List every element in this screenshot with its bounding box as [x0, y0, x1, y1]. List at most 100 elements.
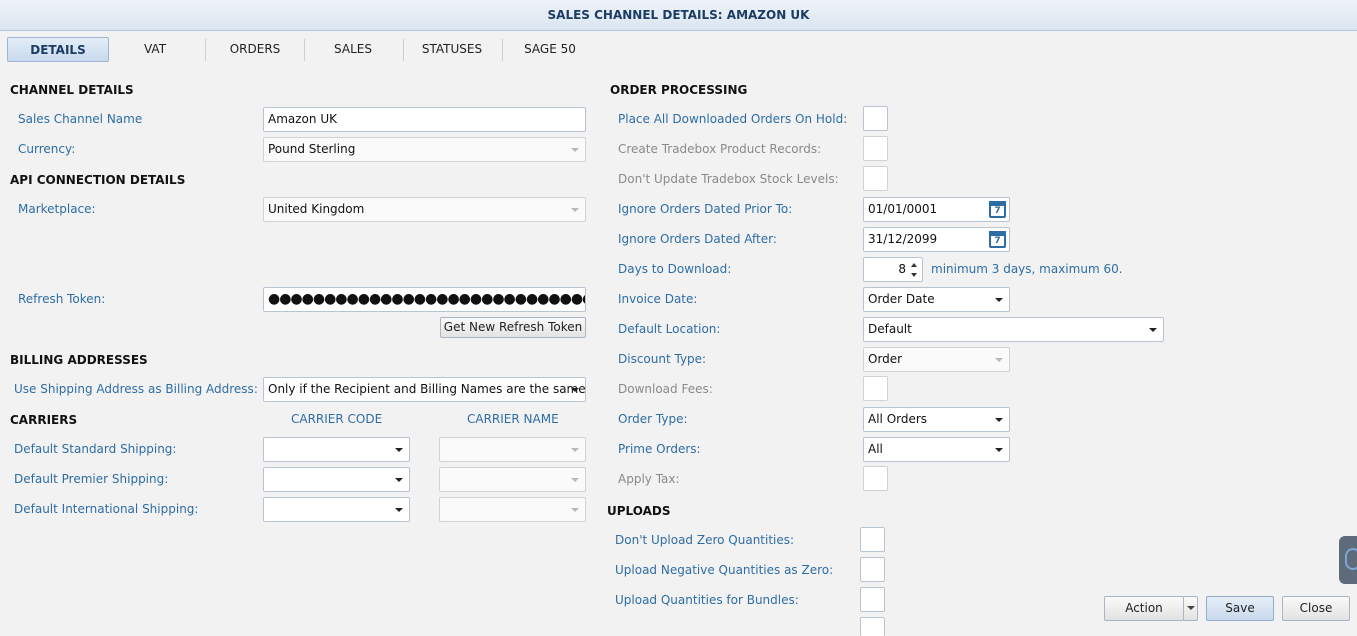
ignore-after-label: Ignore Orders Dated After: [618, 232, 777, 246]
spin-down-icon[interactable] [911, 273, 917, 277]
tab-divider [304, 39, 305, 61]
chevron-down-icon [995, 358, 1003, 362]
order-processing-heading: ORDER PROCESSING [610, 83, 748, 97]
carrier-code-column-header: CARRIER CODE [291, 412, 383, 426]
save-button[interactable]: Save [1206, 596, 1274, 621]
chevron-down-icon [1149, 328, 1157, 332]
sales-channel-name-input[interactable]: Amazon UK [263, 107, 586, 132]
chevron-down-icon [571, 208, 579, 212]
tab-divider [502, 39, 503, 61]
carrier-name-column-header: CARRIER NAME [467, 412, 559, 426]
international-carrier-name-select[interactable] [439, 497, 586, 522]
tab-divider [205, 39, 206, 61]
get-new-refresh-token-button[interactable]: Get New Refresh Token [440, 317, 586, 338]
standard-carrier-code-select[interactable] [263, 437, 410, 462]
carriers-heading: CARRIERS [10, 413, 78, 427]
billing-address-value: Only if the Recipient and Billing Names … [268, 382, 586, 396]
currency-label: Currency: [18, 142, 76, 156]
tab-orders[interactable]: ORDERS [210, 37, 300, 62]
order-type-label: Order Type: [618, 412, 688, 426]
days-to-download-value: 8 [898, 262, 906, 276]
order-type-value: All Orders [868, 412, 928, 426]
tab-statuses[interactable]: STATUSES [406, 37, 498, 62]
chevron-down-icon [571, 388, 579, 392]
chevron-down-icon [395, 508, 403, 512]
standard-carrier-name-select[interactable] [439, 437, 586, 462]
days-to-download-stepper[interactable]: 8 [863, 257, 923, 282]
upload-bundles-label: Upload Quantities for Bundles: [615, 593, 799, 607]
currency-value: Pound Sterling [268, 142, 356, 156]
chevron-down-icon [571, 478, 579, 482]
default-location-select[interactable]: Default [863, 317, 1164, 342]
billing-address-select[interactable]: Only if the Recipient and Billing Names … [263, 377, 586, 402]
order-type-select[interactable]: All Orders [863, 407, 1010, 432]
apply-tax-label: Apply Tax: [618, 472, 680, 486]
ignore-prior-date-value: 01/01/0001 [868, 202, 938, 216]
action-dropdown-button[interactable] [1183, 596, 1198, 621]
tab-bar: DETAILS VAT ORDERS SALES STATUSES SAGE 5… [0, 31, 1357, 67]
refresh-token-label: Refresh Token: [18, 292, 106, 306]
create-product-records-checkbox[interactable] [863, 136, 888, 161]
refresh-token-input[interactable]: ●●●●●●●●●●●●●●●●●●●●●●●●●●●●●●●●●● [263, 287, 586, 312]
chevron-down-icon [395, 478, 403, 482]
api-connection-heading: API CONNECTION DETAILS [10, 173, 186, 187]
chevron-down-icon [571, 148, 579, 152]
chevron-down-icon [995, 298, 1003, 302]
invoice-date-value: Order Date [868, 292, 935, 306]
discount-type-label: Discount Type: [618, 352, 707, 366]
upload-negative-as-zero-checkbox[interactable] [860, 557, 885, 582]
marketplace-value: United Kingdom [268, 202, 365, 216]
dont-update-stock-checkbox[interactable] [863, 166, 888, 191]
create-product-records-label: Create Tradebox Product Records: [618, 142, 822, 156]
currency-select[interactable]: Pound Sterling [263, 137, 586, 162]
ignore-prior-date-input[interactable]: 01/01/0001 7 [863, 197, 1010, 222]
tab-vat[interactable]: VAT [110, 37, 200, 62]
place-on-hold-checkbox[interactable] [863, 106, 888, 131]
apply-tax-checkbox[interactable] [863, 466, 888, 491]
spin-up-icon[interactable] [911, 263, 917, 267]
chevron-down-icon [995, 448, 1003, 452]
billing-address-label: Use Shipping Address as Billing Address: [14, 382, 258, 396]
upload-negative-as-zero-label: Upload Negative Quantities as Zero: [615, 563, 834, 577]
calendar-day-glyph: 7 [994, 236, 1001, 246]
next-row-checkbox[interactable] [860, 617, 885, 636]
upload-bundles-checkbox[interactable] [860, 587, 885, 612]
channel-details-heading: CHANNEL DETAILS [10, 83, 134, 97]
dont-upload-zero-checkbox[interactable] [860, 527, 885, 552]
prime-orders-value: All [868, 442, 883, 456]
prime-orders-select[interactable]: All [863, 437, 1010, 462]
marketplace-label: Marketplace: [18, 202, 96, 216]
tab-details[interactable]: DETAILS [7, 37, 109, 62]
remote-support-tab[interactable] [1339, 536, 1357, 584]
ignore-after-date-value: 31/12/2099 [868, 232, 938, 246]
discount-type-select[interactable]: Order [863, 347, 1010, 372]
tab-sales[interactable]: SALES [308, 37, 398, 62]
days-to-download-note: minimum 3 days, maximum 60. [931, 262, 1123, 276]
download-fees-checkbox[interactable] [863, 376, 888, 401]
sales-channel-name-label: Sales Channel Name [18, 112, 143, 126]
calendar-icon[interactable]: 7 [989, 201, 1006, 218]
default-international-shipping-label: Default International Shipping: [14, 502, 199, 516]
days-to-download-label: Days to Download: [618, 262, 732, 276]
chevron-down-icon [571, 448, 579, 452]
premier-carrier-code-select[interactable] [263, 467, 410, 492]
tab-sage-50[interactable]: SAGE 50 [505, 37, 595, 62]
international-carrier-code-select[interactable] [263, 497, 410, 522]
close-button[interactable]: Close [1282, 596, 1350, 621]
default-location-label: Default Location: [618, 322, 721, 336]
download-fees-label: Download Fees: [618, 382, 713, 396]
chevron-down-icon [395, 448, 403, 452]
calendar-icon[interactable]: 7 [989, 231, 1006, 248]
premier-carrier-name-select[interactable] [439, 467, 586, 492]
default-premier-shipping-label: Default Premier Shipping: [14, 472, 169, 486]
ignore-after-date-input[interactable]: 31/12/2099 7 [863, 227, 1010, 252]
marketplace-select[interactable]: United Kingdom [263, 197, 586, 222]
invoice-date-select[interactable]: Order Date [863, 287, 1010, 312]
action-button[interactable]: Action [1104, 596, 1184, 621]
chevron-down-icon [995, 418, 1003, 422]
remote-support-icon [1345, 548, 1357, 570]
calendar-day-glyph: 7 [994, 206, 1001, 216]
uploads-heading: UPLOADS [607, 504, 671, 518]
billing-addresses-heading: BILLING ADDRESSES [10, 353, 148, 367]
ignore-prior-label: Ignore Orders Dated Prior To: [618, 202, 793, 216]
